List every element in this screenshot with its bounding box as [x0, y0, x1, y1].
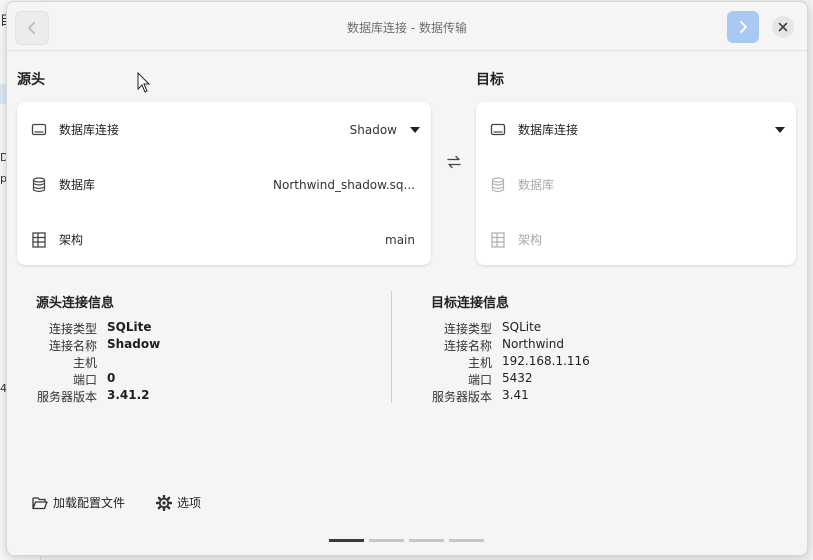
next-button[interactable] [727, 11, 759, 43]
info-key: 连接名称 [443, 339, 492, 353]
forward-arrow-icon [740, 21, 747, 33]
info-value: 3.41 [502, 388, 529, 402]
dropdown-caret-icon [775, 126, 785, 133]
source-heading: 源头 [17, 72, 45, 88]
options-label: 选项 [177, 496, 202, 510]
info-value: SQLite [107, 320, 152, 334]
page-indicator-3 [409, 539, 444, 542]
target-info-heading: 目标连接信息 [431, 296, 510, 311]
folder-open-icon [32, 496, 48, 509]
info-key: 端口 [72, 373, 97, 387]
dropdown-caret-icon [410, 126, 420, 133]
schema-table-icon [490, 231, 506, 248]
page-indicator-2 [369, 539, 404, 542]
schema-table-icon [31, 231, 47, 248]
dialog-title: 数据库连接 - 数据传输 [347, 21, 467, 35]
info-value: 5432 [502, 371, 533, 385]
database-icon [31, 176, 47, 193]
source-schema-value: main [385, 232, 415, 247]
load-profile-label: 加载配置文件 [53, 496, 126, 510]
swap-arrows-icon[interactable] [446, 154, 462, 170]
source-connection-row[interactable]: 数据库连接 Shadow [17, 102, 431, 157]
options-button[interactable]: 选项 [156, 494, 201, 511]
page-indicator-4 [449, 539, 484, 542]
source-database-label: 数据库 [59, 178, 96, 192]
target-card: 数据库连接 数据库 架构 [476, 102, 796, 265]
load-profile-button[interactable]: 加载配置文件 [32, 494, 125, 511]
info-key: 服务器版本 [431, 390, 492, 404]
page-indicator-1 [329, 539, 364, 542]
mouse-cursor-icon [137, 72, 151, 93]
target-heading: 目标 [476, 72, 504, 88]
info-value: Northwind [502, 337, 564, 351]
info-key: 连接名称 [48, 339, 97, 353]
source-schema-row[interactable]: 架构 main [17, 212, 431, 267]
title-bar: 数据库连接 - 数据传输 [7, 2, 807, 51]
info-value: 3.41.2 [107, 388, 150, 402]
info-key: 连接类型 [443, 322, 492, 336]
source-database-row[interactable]: 数据库 Northwind_shadow.sq... [17, 157, 431, 212]
database-icon [490, 176, 506, 193]
info-value: SQLite [502, 320, 542, 334]
close-icon [778, 22, 788, 32]
monitor-icon [31, 122, 47, 138]
gear-icon [156, 494, 172, 511]
data-transfer-dialog: 数据库连接 - 数据传输 源头 数据库连接 Shadow 数据库 Northwi… [6, 1, 808, 556]
close-button[interactable] [772, 16, 794, 38]
info-value: 192.168.1.116 [502, 354, 590, 368]
info-value: Shadow [107, 337, 161, 351]
source-card: 数据库连接 Shadow 数据库 Northwind_shadow.sq... … [17, 102, 431, 265]
info-value: 0 [107, 371, 116, 385]
info-key: 端口 [467, 373, 492, 387]
target-schema-label: 架构 [518, 233, 543, 247]
info-divider [391, 291, 392, 403]
info-key: 连接类型 [48, 322, 97, 336]
monitor-icon [490, 122, 506, 138]
info-key: 主机 [72, 356, 97, 370]
source-connection-value: Shadow [349, 122, 397, 137]
source-database-value: Northwind_shadow.sq... [273, 177, 415, 192]
target-database-row: 数据库 [476, 157, 796, 212]
info-key: 主机 [467, 356, 492, 370]
target-connection-row[interactable]: 数据库连接 [476, 102, 796, 157]
source-connection-label: 数据库连接 [59, 123, 120, 137]
target-database-label: 数据库 [518, 178, 555, 192]
info-key: 服务器版本 [36, 390, 97, 404]
source-info-heading: 源头连接信息 [36, 296, 115, 311]
target-connection-label: 数据库连接 [518, 123, 579, 137]
source-schema-label: 架构 [59, 233, 84, 247]
target-schema-row: 架构 [476, 212, 796, 267]
